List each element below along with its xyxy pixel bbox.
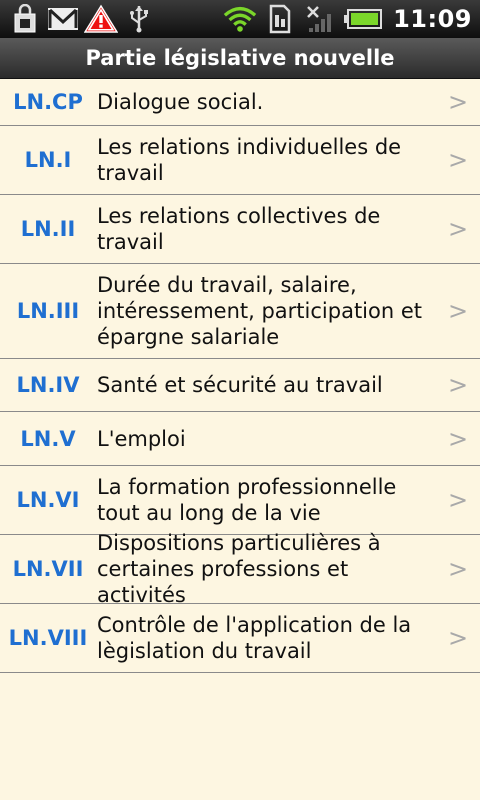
list-item-ln-iii[interactable]: LN.III Durée du travail, salaire, intére… bbox=[0, 264, 480, 359]
list-item-ln-vii[interactable]: LN.VII Dispositions particulières à cert… bbox=[0, 531, 480, 607]
list-item-ln-ii[interactable]: LN.II Les relations collectives de trava… bbox=[0, 195, 480, 264]
no-signal-icon bbox=[303, 4, 337, 34]
item-code: LN.VIII bbox=[8, 626, 88, 650]
item-label: Contrôle de l'application de la lègislat… bbox=[97, 613, 412, 663]
list-item-ln-cp[interactable]: LN.CP Dialogue social. > bbox=[0, 79, 480, 126]
item-code: LN.VII bbox=[12, 557, 84, 581]
item-label: Durée du travail, salaire, intéressement… bbox=[97, 273, 422, 349]
page-title: Partie législative nouvelle bbox=[85, 46, 395, 70]
chevron-right-icon: > bbox=[447, 371, 469, 399]
item-label: Santé et sécurité au travail bbox=[97, 373, 383, 397]
list-item-ln-v[interactable]: LN.V L'emploi > bbox=[0, 412, 480, 466]
item-label: L'emploi bbox=[97, 426, 186, 451]
chevron-right-icon: > bbox=[447, 88, 469, 116]
page-title-bar: Partie législative nouvelle bbox=[0, 38, 480, 79]
status-bar-notifications bbox=[0, 4, 156, 34]
item-code: LN.III bbox=[16, 299, 80, 323]
item-code: LN.V bbox=[20, 426, 76, 451]
item-label: Dialogue social. bbox=[97, 90, 264, 114]
chevron-right-icon: > bbox=[447, 146, 469, 174]
battery-icon bbox=[343, 4, 383, 34]
item-label: Les relations collectives de travail bbox=[97, 204, 381, 254]
chapter-list: LN.CP Dialogue social. > LN.I Les relati… bbox=[0, 79, 480, 673]
wifi-icon bbox=[223, 4, 257, 34]
list-item-ln-vi[interactable]: LN.VI La formation professionnelle tout … bbox=[0, 466, 480, 535]
item-label: La formation professionnelle tout au lon… bbox=[97, 475, 397, 525]
item-code: LN.I bbox=[24, 148, 72, 172]
chevron-right-icon: > bbox=[447, 555, 469, 583]
list-item-ln-iv[interactable]: LN.IV Santé et sécurité au travail > bbox=[0, 359, 480, 412]
gmail-icon bbox=[46, 4, 80, 34]
warning-icon bbox=[84, 4, 118, 34]
usb-icon bbox=[122, 4, 156, 34]
chevron-right-icon: > bbox=[447, 424, 469, 453]
chevron-right-icon: > bbox=[447, 486, 469, 514]
item-code: LN.CP bbox=[13, 90, 83, 114]
item-label: Dispositions particulières à certaines p… bbox=[97, 531, 381, 607]
item-code: LN.VI bbox=[16, 488, 80, 512]
chevron-right-icon: > bbox=[447, 624, 469, 652]
chevron-right-icon: > bbox=[447, 297, 469, 325]
item-code: LN.II bbox=[20, 217, 76, 241]
item-label: Les relations individuelles de travail bbox=[97, 135, 402, 185]
status-bar: 11:09 bbox=[0, 0, 480, 38]
lock-bag-icon bbox=[8, 4, 42, 34]
status-bar-system: 11:09 bbox=[223, 4, 480, 34]
sim-icon bbox=[263, 4, 297, 34]
status-clock: 11:09 bbox=[393, 5, 472, 33]
chevron-right-icon: > bbox=[447, 215, 469, 243]
list-item-ln-viii[interactable]: LN.VIII Contrôle de l'application de la … bbox=[0, 604, 480, 673]
list-item-ln-i[interactable]: LN.I Les relations individuelles de trav… bbox=[0, 126, 480, 195]
item-code: LN.IV bbox=[16, 373, 80, 397]
